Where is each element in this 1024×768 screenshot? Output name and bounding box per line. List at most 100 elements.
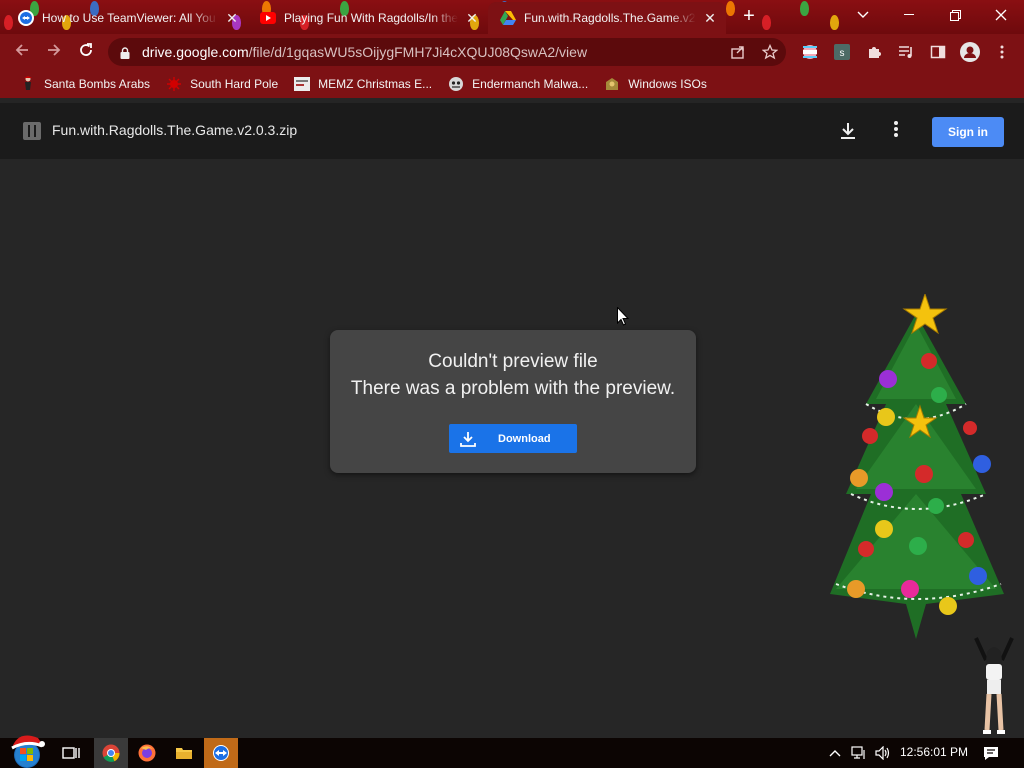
- share-button[interactable]: [728, 42, 748, 62]
- tab-close-icon[interactable]: ✕: [464, 10, 480, 27]
- bookmark-favicon-icon: [604, 76, 620, 92]
- media-queue-icon: [899, 46, 912, 58]
- youtube-icon: [260, 12, 276, 24]
- bookmark-label: South Hard Pole: [190, 77, 279, 91]
- bookmark-endermanch-malware[interactable]: Endermanch Malwa...: [440, 72, 596, 96]
- file-name: Fun.with.Ragdolls.The.Game.v2.0.3.zip: [52, 122, 298, 138]
- chrome-icon: [102, 744, 120, 762]
- forward-button[interactable]: [42, 40, 66, 64]
- screen: How to Use TeamViewer: All You ✕ Playing…: [0, 0, 1024, 768]
- download-label: Download: [498, 432, 551, 445]
- address-bar[interactable]: drive.google.com/file/d/1gqasWU5sOijygFM…: [108, 38, 786, 66]
- extension-button[interactable]: [800, 42, 820, 62]
- bookmark-memz-christmas[interactable]: MEMZ Christmas E...: [286, 72, 440, 96]
- christmas-light-bulb: [830, 15, 839, 30]
- bookmark-santa-bombs-arabs[interactable]: Santa Bombs Arabs: [12, 72, 158, 96]
- taskbar-firefox[interactable]: [130, 738, 164, 768]
- christmas-light-bulb: [726, 1, 735, 16]
- task-view-icon: [62, 747, 80, 759]
- side-panel-icon: [930, 45, 946, 59]
- minimize-icon: [904, 14, 914, 15]
- download-button[interactable]: [836, 119, 860, 143]
- download-icon: [841, 123, 855, 139]
- windows-taskbar: 12:56:01 PM: [0, 735, 1024, 768]
- tab-google-drive[interactable]: Fun.with.Ragdolls.The.Game.v2.0 ✕: [488, 2, 726, 34]
- new-tab-button[interactable]: +: [738, 6, 760, 28]
- close-window-button[interactable]: [978, 0, 1024, 30]
- tab-teamviewer[interactable]: How to Use TeamViewer: All You ✕: [6, 2, 248, 34]
- bookmark-star-button[interactable]: [760, 42, 780, 62]
- bookmark-windows-isos[interactable]: Windows ISOs: [596, 72, 715, 96]
- drive-viewer-header: Fun.with.Ragdolls.The.Game.v2.0.3.zip Si…: [0, 103, 1024, 159]
- error-message: There was a problem with the preview.: [350, 378, 676, 399]
- teamviewer-icon: [213, 745, 229, 761]
- bookmark-favicon-icon: [448, 76, 464, 92]
- chevron-down-icon: [857, 11, 869, 18]
- speaker-icon: [875, 746, 890, 760]
- avatar-icon: [960, 42, 980, 62]
- share-icon: [731, 46, 744, 59]
- svg-text:s: s: [840, 48, 845, 59]
- system-clock[interactable]: 12:56:01 PM: [900, 745, 968, 759]
- url-text: drive.google.com/file/d/1gqasWU5sOijygFM…: [142, 44, 587, 60]
- puzzle-piece-icon: [869, 47, 881, 58]
- browser-toolbar: drive.google.com/file/d/1gqasWU5sOijygFM…: [0, 34, 1024, 70]
- taskbar-chrome[interactable]: [94, 738, 128, 768]
- media-controls-button[interactable]: [896, 42, 916, 62]
- url-path: /file/d/1gqasWU5sOijygFMH7Ji4cXQUJ08QswA…: [248, 44, 588, 60]
- download-file-button[interactable]: Download: [449, 424, 577, 453]
- mouse-cursor-icon: [617, 307, 629, 326]
- more-actions-button[interactable]: [886, 119, 906, 143]
- tab-search-button[interactable]: [840, 0, 886, 30]
- bookmark-favicon-icon: [20, 76, 36, 92]
- google-drive-icon: [500, 10, 516, 26]
- pride-flag-extension-icon: [803, 45, 817, 59]
- sign-in-button[interactable]: Sign in: [932, 117, 1004, 147]
- tab-title: How to Use TeamViewer: All You: [42, 11, 216, 25]
- s-extension-icon: s: [834, 44, 850, 60]
- chevron-up-icon: [829, 750, 841, 757]
- taskbar-teamviewer[interactable]: [204, 738, 238, 768]
- desktop-mascot-decoration: [974, 637, 1014, 734]
- extension-button[interactable]: s: [832, 42, 852, 62]
- restore-button[interactable]: [932, 0, 978, 30]
- extensions-button[interactable]: [864, 42, 884, 62]
- reload-button[interactable]: [74, 40, 98, 64]
- action-center-button[interactable]: [980, 743, 1002, 763]
- tab-close-icon[interactable]: ✕: [224, 10, 240, 27]
- preview-error-card: Couldn't preview file There was a proble…: [330, 330, 696, 473]
- show-hidden-icons-button[interactable]: [828, 743, 842, 763]
- side-panel-button[interactable]: [928, 42, 948, 62]
- more-vertical-icon: [1000, 45, 1004, 59]
- close-icon: [995, 9, 1007, 21]
- bookmark-south-hard-pole[interactable]: South Hard Pole: [158, 72, 286, 96]
- task-view-button[interactable]: [54, 738, 88, 768]
- back-button[interactable]: [10, 40, 34, 64]
- bookmark-label: MEMZ Christmas E...: [318, 77, 433, 91]
- restore-icon: [949, 9, 961, 21]
- network-icon: [851, 746, 865, 759]
- file-explorer-icon: [176, 748, 192, 759]
- network-button[interactable]: [850, 743, 868, 763]
- firefox-icon: [138, 744, 156, 762]
- teamviewer-icon: [18, 10, 34, 26]
- chrome-menu-button[interactable]: [992, 42, 1012, 62]
- arrow-left-icon: [15, 44, 28, 56]
- bookmark-label: Santa Bombs Arabs: [44, 77, 151, 91]
- zip-file-icon: [23, 122, 41, 140]
- start-button[interactable]: [8, 732, 46, 768]
- tab-close-icon[interactable]: ✕: [702, 10, 718, 27]
- profile-button[interactable]: [960, 42, 980, 62]
- taskbar-file-explorer[interactable]: [167, 738, 201, 768]
- minimize-button[interactable]: [886, 0, 932, 30]
- tab-strip: How to Use TeamViewer: All You ✕ Playing…: [0, 0, 1024, 34]
- tab-youtube[interactable]: Playing Fun With Ragdolls/In the ✕: [248, 2, 488, 34]
- volume-button[interactable]: [874, 743, 892, 763]
- more-vertical-icon: [894, 121, 898, 137]
- tab-title: Fun.with.Ragdolls.The.Game.v2.0: [524, 11, 696, 25]
- windows-start-orb-icon: [11, 735, 45, 768]
- christmas-light-bulb: [762, 15, 771, 30]
- url-host: drive.google.com: [142, 44, 249, 60]
- lock-icon: [120, 46, 130, 59]
- notification-icon: [984, 746, 998, 760]
